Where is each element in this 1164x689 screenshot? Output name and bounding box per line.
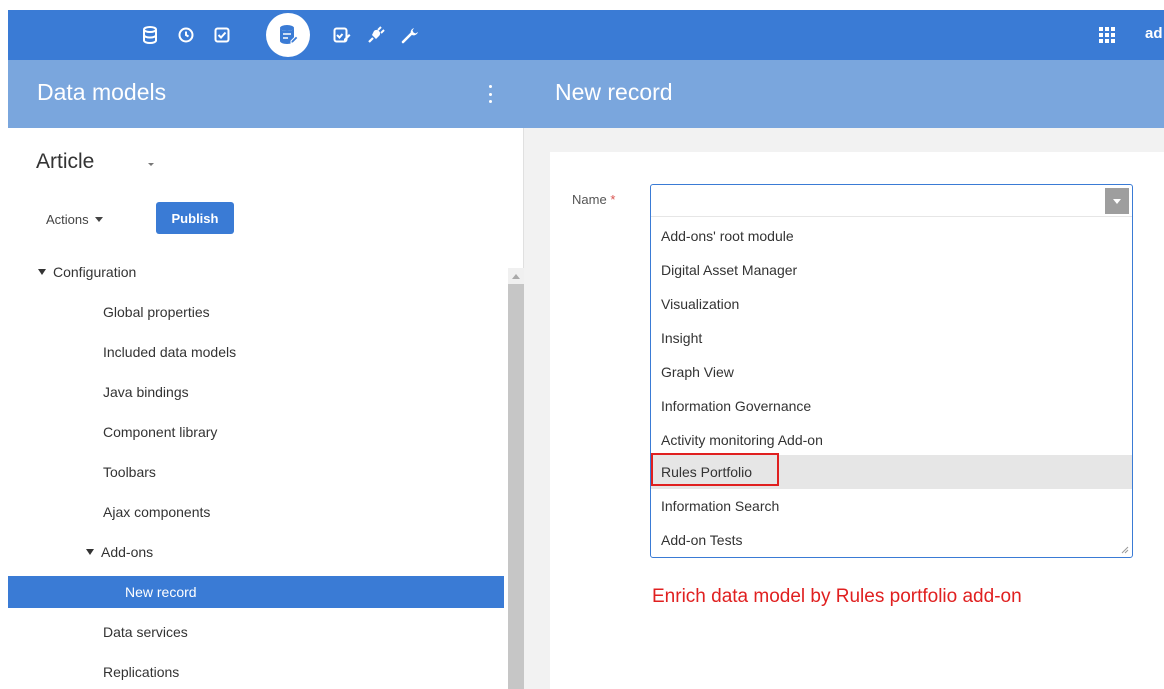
apps-grid-icon[interactable] <box>1097 25 1117 45</box>
tree-item-label: Replications <box>103 664 180 680</box>
tree-item-label: Global properties <box>103 304 210 320</box>
tree-item-replications[interactable]: Replications <box>8 656 504 688</box>
tree-item-toolbars[interactable]: Toolbars <box>8 456 504 488</box>
name-label-text: Name <box>572 192 607 207</box>
caret-down-icon[interactable] <box>38 269 46 275</box>
data-model-sidebar: Article Actions Publish Configuration Gl… <box>8 128 524 689</box>
tree-item-component-library[interactable]: Component library <box>8 416 504 448</box>
plug-icon[interactable] <box>360 19 392 51</box>
model-switch-caret-icon[interactable] <box>148 163 154 166</box>
dropdown-option[interactable]: Add-on Tests <box>651 523 1132 557</box>
name-select-input[interactable] <box>651 185 1132 217</box>
tree-item-label: Java bindings <box>103 384 189 400</box>
tree-item-label: Configuration <box>53 264 137 280</box>
dropdown-option[interactable]: Insight <box>651 321 1132 355</box>
tree-item-add-ons[interactable]: Add-ons <box>8 536 504 568</box>
more-options-icon[interactable] <box>486 82 494 106</box>
tree-item-label: Add-ons <box>101 544 154 560</box>
dropdown-option[interactable]: Add-ons' root module <box>651 219 1132 253</box>
tree-item-label: Component library <box>103 424 218 440</box>
dropdown-option[interactable]: Graph View <box>651 355 1132 389</box>
tree-item-label: Included data models <box>103 344 237 360</box>
actions-menu[interactable]: Actions <box>46 212 103 227</box>
name-select[interactable]: Add-ons' root module Digital Asset Manag… <box>650 184 1133 558</box>
tree-item-label: Toolbars <box>103 464 156 480</box>
publish-button[interactable]: Publish <box>156 202 234 234</box>
dropdown-option[interactable]: Digital Asset Manager <box>651 253 1132 287</box>
edit-check-icon[interactable] <box>326 19 358 51</box>
tree-item-label: Ajax components <box>103 504 211 520</box>
annotation-caption: Enrich data model by Rules portfolio add… <box>652 586 1022 607</box>
name-field-label: Name * <box>572 192 615 207</box>
highlight-rectangle <box>651 453 779 486</box>
dropdown-option[interactable]: Information Search <box>651 489 1132 523</box>
tree-item-included-data-models[interactable]: Included data models <box>8 336 504 368</box>
caret-down-icon[interactable] <box>86 549 94 555</box>
dropdown-arrow-icon[interactable] <box>1105 188 1129 214</box>
scroll-up-arrow-icon[interactable] <box>512 274 520 279</box>
dropdown-option[interactable]: Information Governance <box>651 389 1132 423</box>
clock-icon[interactable] <box>170 19 202 51</box>
sidebar-scrollbar[interactable] <box>508 268 524 689</box>
scrollbar-thumb[interactable] <box>508 284 524 689</box>
tree-item-label: Data services <box>103 624 188 640</box>
tree-item-java-bindings[interactable]: Java bindings <box>8 376 504 408</box>
required-marker: * <box>610 192 616 207</box>
database-icon[interactable] <box>134 19 166 51</box>
actions-label: Actions <box>46 212 89 227</box>
tree-item-data-services[interactable]: Data services <box>8 616 504 648</box>
top-toolbar: ad <box>8 10 1164 60</box>
check-square-icon[interactable] <box>206 19 238 51</box>
page-title: New record <box>555 79 673 105</box>
tree-item-global-properties[interactable]: Global properties <box>8 296 504 328</box>
resize-grip-icon[interactable] <box>1119 544 1129 554</box>
data-model-icon[interactable] <box>266 13 310 57</box>
dropdown-option[interactable]: Visualization <box>651 287 1132 321</box>
panel-title-data-models: Data models <box>37 79 167 105</box>
tree-item-ajax-components[interactable]: Ajax components <box>8 496 504 528</box>
tree-item-configuration[interactable]: Configuration <box>8 256 504 288</box>
user-menu[interactable]: ad <box>1145 25 1163 42</box>
tree-item-new-record[interactable]: New record <box>8 576 504 608</box>
dropdown-option[interactable]: Activity monitoring Add-on <box>651 423 1132 457</box>
wrench-icon[interactable] <box>394 19 426 51</box>
model-name: Article <box>36 150 95 173</box>
header-bar: Data models New record <box>8 60 1164 128</box>
tree-item-label: New record <box>125 584 197 600</box>
caret-down-icon <box>94 217 103 222</box>
